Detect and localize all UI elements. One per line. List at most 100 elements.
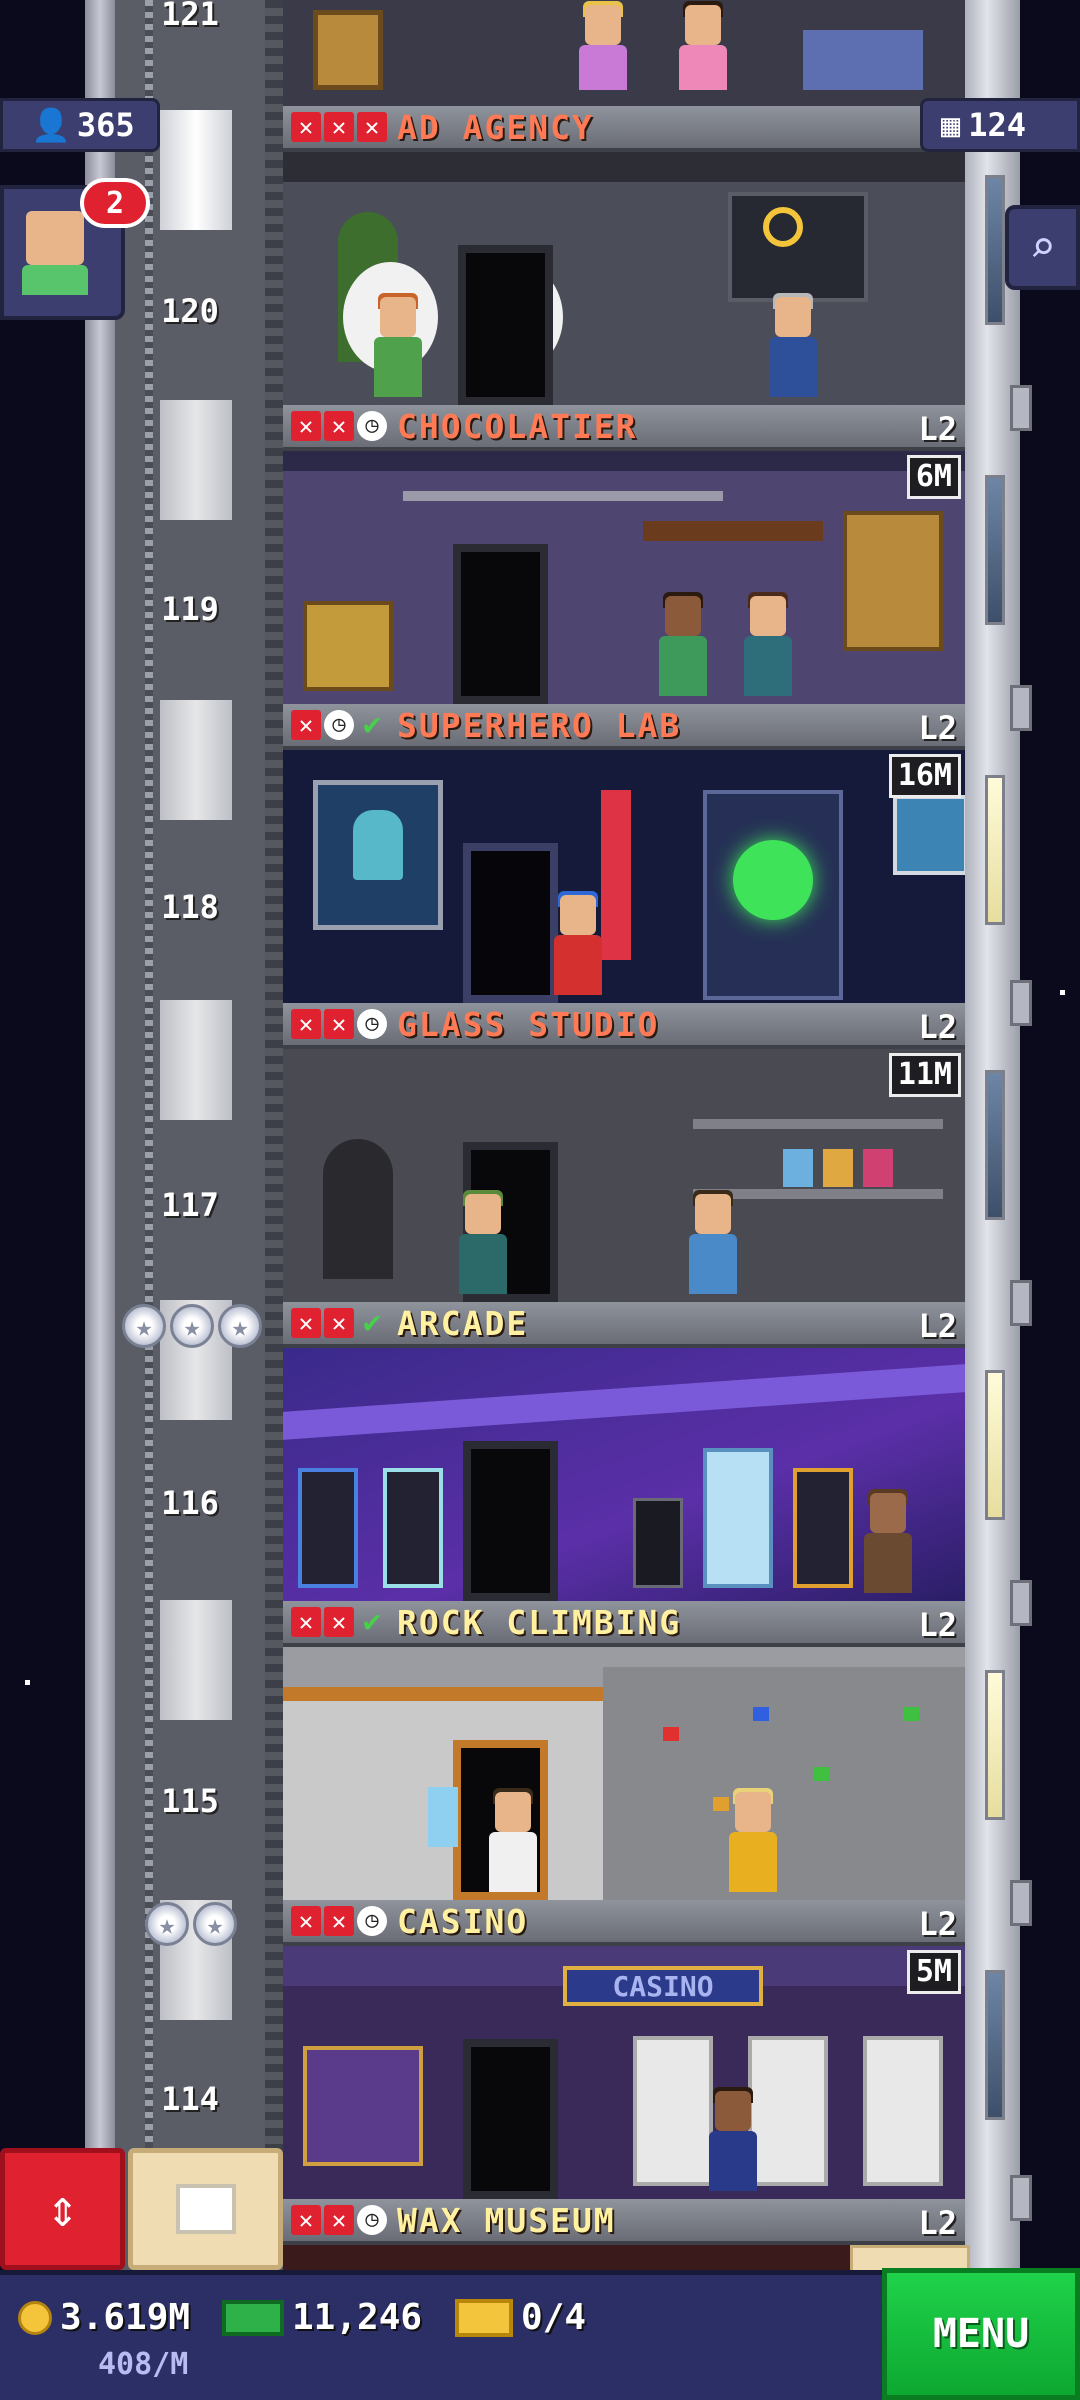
floor-name: AD AGENCY	[397, 107, 594, 147]
bitizen[interactable]	[483, 1788, 543, 1892]
level-tag: L2	[918, 1307, 957, 1345]
clock-icon: ◷	[324, 710, 354, 740]
elevator-button[interactable]: ⇕	[0, 2148, 125, 2270]
stocked-check-icon: ✔	[362, 1305, 382, 1340]
unstocked-icon: ✕	[324, 2205, 354, 2235]
star-rating-icon: ★	[122, 1304, 166, 1348]
unstocked-icon: ✕	[324, 1308, 354, 1338]
population-counter[interactable]: 👤 365	[0, 98, 160, 152]
casino-room[interactable]: CASINO	[283, 1946, 965, 2199]
timer-badge: 5M	[906, 1950, 961, 1994]
unstocked-icon: ✕	[291, 2205, 321, 2235]
floor-casino[interactable]: ✕ ✕ ◷ CASINO L2 5M CASINO	[283, 1900, 965, 2199]
elevator-car	[160, 1000, 232, 1120]
wall-bracket	[1010, 685, 1032, 731]
floor-name: ARCADE	[397, 1303, 529, 1343]
floor-name: CASINO	[397, 1901, 529, 1941]
bux-display: 11,246	[222, 2297, 422, 2338]
level-tag: L2	[918, 410, 957, 448]
coins-display: 3.619M	[18, 2297, 190, 2338]
bux-icon	[222, 2299, 284, 2336]
bitizen[interactable]	[368, 293, 428, 397]
tower-window	[985, 1370, 1005, 1520]
bitizen[interactable]	[683, 1190, 743, 1294]
shaft-divider	[265, 0, 283, 2270]
chocolatier-room[interactable]	[283, 451, 965, 704]
floor-glass-studio[interactable]: ✕ ✕ ◷ GLASS STUDIO L2 11M	[283, 1003, 965, 1302]
stock-status: ✕ ✕ ✔	[291, 1607, 387, 1637]
level-tag: L2	[918, 1008, 957, 1046]
floor-number: 120	[161, 292, 219, 330]
timer-badge: 16M	[888, 754, 961, 798]
bitizen[interactable]	[723, 1788, 783, 1892]
stock-button[interactable]	[128, 2148, 283, 2270]
unstocked-icon: ✕	[324, 1906, 354, 1936]
floor-counter[interactable]: ▦ 124	[920, 98, 1080, 152]
unstocked-icon: ✕	[291, 411, 321, 441]
floor-rock-climbing[interactable]: ✕ ✕ ✔ ROCK CLIMBING L2	[283, 1601, 965, 1900]
floor-121-room[interactable]	[283, 0, 965, 108]
tower-window	[985, 775, 1005, 925]
floor-number: 118	[161, 888, 219, 926]
income-rate: 408/M	[98, 2347, 189, 2382]
clock-icon: ◷	[357, 1009, 387, 1039]
timer-badge: 11M	[888, 1053, 961, 1097]
room-door[interactable]	[458, 245, 553, 405]
level-tag: L2	[918, 1905, 957, 1943]
magnifier-icon: ⌕	[1029, 222, 1056, 273]
star-rating-icon: ★	[145, 1902, 189, 1946]
ad-agency-room[interactable]	[283, 152, 965, 405]
elevator-car	[160, 700, 232, 820]
unstocked-icon: ✕	[324, 411, 354, 441]
glass-studio-room[interactable]	[283, 1049, 965, 1302]
room-door[interactable]	[463, 2039, 558, 2199]
unstocked-icon: ✕	[291, 1906, 321, 1936]
bitizen-avatar-shirt	[22, 265, 88, 295]
arcade-room[interactable]	[283, 1348, 965, 1601]
rock-climbing-room[interactable]	[283, 1647, 965, 1900]
golden-ticket-icon	[455, 2298, 513, 2337]
stock-status: ✕ ✕ ✔	[291, 1308, 387, 1338]
bitizen[interactable]	[763, 293, 823, 397]
elevator-car	[160, 400, 232, 520]
clock-icon: ◷	[357, 1906, 387, 1936]
bitizen[interactable]	[548, 891, 608, 995]
elevator-car[interactable]	[160, 110, 232, 230]
floor-ad-agency[interactable]: ✕ ✕ ✕ AD AGENCY	[283, 106, 965, 405]
bitizen[interactable]	[573, 1, 633, 95]
unstocked-icon: ✕	[291, 112, 321, 142]
clock-icon: ◷	[357, 2205, 387, 2235]
clock-icon: ◷	[357, 411, 387, 441]
stock-status: ✕ ◷ ✔	[291, 710, 387, 740]
wall-bracket	[1010, 385, 1032, 431]
wall-bracket	[1010, 1580, 1032, 1626]
floor-arcade[interactable]: ✕ ✕ ✔ ARCADE L2	[283, 1302, 965, 1601]
search-button[interactable]: ⌕	[1005, 205, 1080, 290]
room-door[interactable]	[453, 544, 548, 704]
floor-label: ✕ ✕ ◷ CHOCOLATIER L2	[283, 405, 965, 451]
bitizen[interactable]	[653, 592, 713, 696]
bitizen[interactable]	[673, 1, 733, 95]
bitizen[interactable]	[453, 1190, 513, 1294]
bitizen[interactable]	[738, 592, 798, 696]
menu-button[interactable]: MENU	[882, 2268, 1080, 2400]
wall-bracket	[1010, 1280, 1032, 1326]
floor-superhero-lab[interactable]: ✕ ◷ ✔ SUPERHERO LAB L2 16M	[283, 704, 965, 1003]
floor-chocolatier[interactable]: ✕ ✕ ◷ CHOCOLATIER L2 6M	[283, 405, 965, 704]
bitizen[interactable]	[703, 2087, 763, 2191]
floor-stars: ★ ★	[145, 1902, 237, 1946]
room-door[interactable]	[463, 1441, 558, 1601]
tower-window	[985, 1070, 1005, 1220]
star	[25, 1680, 30, 1685]
superhero-lab-room[interactable]	[283, 750, 965, 1003]
tickets-value: 0/4	[521, 2297, 587, 2338]
floor-number: 119	[161, 590, 219, 628]
floor-name: GLASS STUDIO	[397, 1004, 660, 1044]
unstocked-icon: ✕	[291, 1009, 321, 1039]
unstocked-icon: ✕	[324, 112, 354, 142]
bitizen[interactable]	[858, 1489, 918, 1593]
box-icon	[175, 2184, 236, 2234]
tower-left-wall	[85, 0, 115, 2270]
unstocked-icon: ✕	[291, 710, 321, 740]
room-door[interactable]	[463, 843, 558, 1003]
